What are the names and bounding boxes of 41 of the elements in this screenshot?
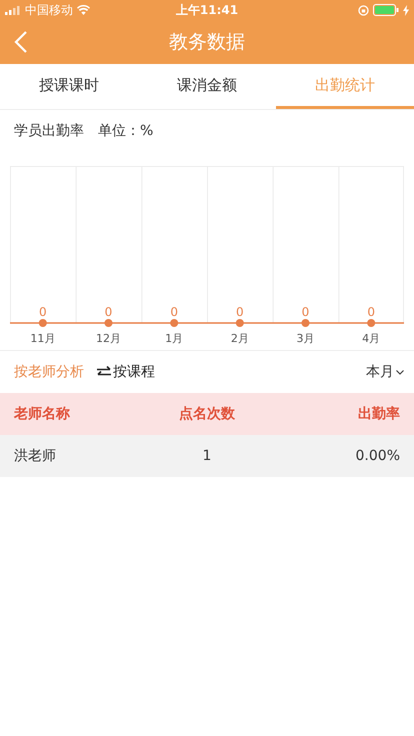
back-icon bbox=[14, 30, 28, 54]
data-label: 0 bbox=[39, 305, 47, 319]
column-header: 老师名称 bbox=[14, 405, 71, 423]
column-header: 出勤率 bbox=[357, 405, 400, 423]
x-axis-label: 1月 bbox=[165, 332, 184, 345]
unit-label: 单位：% bbox=[98, 122, 154, 140]
data-point bbox=[302, 319, 310, 327]
data-point bbox=[367, 319, 376, 327]
table-cell-text: 洪老师 bbox=[14, 447, 57, 465]
status-time: 上午11:41 bbox=[176, 2, 238, 18]
column-header: 点名次数 bbox=[178, 405, 236, 423]
tab[interactable]: 课消金额 bbox=[138, 64, 276, 109]
wifi-icon bbox=[77, 5, 90, 15]
x-axis-label: 2月 bbox=[230, 332, 249, 345]
period-dropdown[interactable]: 本月 bbox=[366, 363, 404, 381]
signal-icon bbox=[5, 6, 21, 14]
table-cell-text: 0.00% bbox=[354, 448, 400, 464]
page-title: 教务数据 bbox=[169, 30, 245, 55]
battery-icon bbox=[372, 4, 399, 16]
x-axis-label: 11月 bbox=[30, 332, 56, 345]
filter-option[interactable]: 按课程 bbox=[96, 363, 155, 381]
data-label: 0 bbox=[367, 305, 375, 319]
x-axis-label: 4月 bbox=[362, 332, 380, 345]
x-axis-label: 12月 bbox=[96, 332, 121, 345]
rotation-lock-icon bbox=[358, 4, 369, 16]
chart-title: 学员出勤率 bbox=[14, 122, 84, 140]
data-point bbox=[236, 319, 244, 327]
data-label: 0 bbox=[104, 305, 112, 319]
x-axis-label: 3月 bbox=[296, 332, 314, 345]
chevron-down-icon bbox=[396, 370, 404, 374]
data-point bbox=[38, 319, 47, 327]
swap-icon bbox=[96, 366, 112, 378]
data-point bbox=[104, 319, 112, 327]
data-label: 0 bbox=[236, 305, 244, 319]
data-label: 0 bbox=[170, 305, 178, 319]
tab[interactable]: 授课课时 bbox=[0, 64, 138, 109]
data-label: 0 bbox=[302, 305, 310, 319]
charging-icon bbox=[402, 4, 409, 16]
table-cell-text: 1 bbox=[202, 448, 212, 464]
carrier-name: 中国移动 bbox=[25, 2, 73, 18]
data-point bbox=[170, 319, 178, 327]
